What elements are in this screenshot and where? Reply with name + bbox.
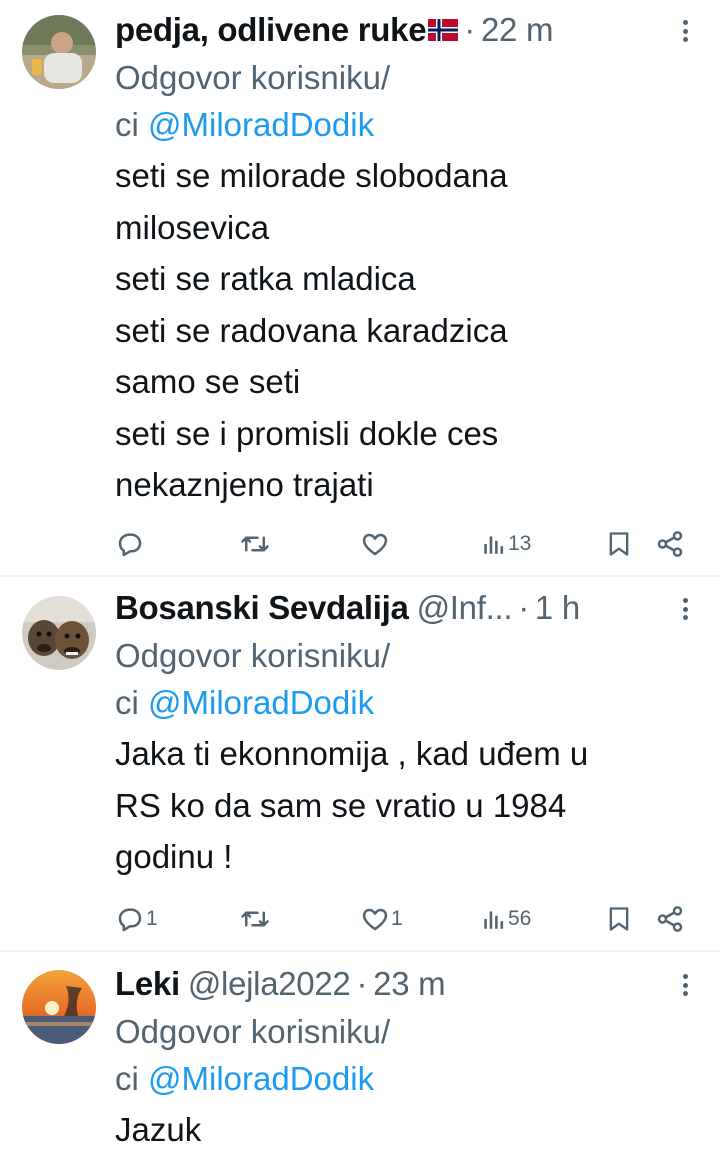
- tweet[interactable]: pedja, odlivene ruke · 22 m Odgovor kori…: [0, 0, 720, 575]
- reply-label: Odgovor korisniku/: [115, 1013, 391, 1050]
- reply-context: Odgovor korisniku/ ci @MiloradDodik: [115, 1008, 700, 1102]
- bookmark-icon: [609, 532, 629, 556]
- more-options-icon[interactable]: [670, 16, 700, 46]
- views-button[interactable]: 13: [481, 526, 531, 562]
- mention-link[interactable]: @MiloradDodik: [148, 684, 374, 721]
- tweet-header: Leki @lejla2022 · 23 m: [115, 960, 700, 1008]
- avatar[interactable]: [22, 15, 96, 89]
- heart-icon: [362, 533, 388, 556]
- text-line: seti se i promisli dokle ces: [115, 414, 499, 452]
- reply-label: Odgovor korisniku/: [115, 637, 391, 674]
- reply-button[interactable]: 1: [115, 901, 158, 937]
- share-icon: [657, 531, 683, 557]
- mention-link[interactable]: @MiloradDodik: [148, 106, 374, 143]
- retweet-icon: [241, 536, 269, 552]
- reply-count: 1: [146, 907, 158, 930]
- reply-label-cont: ci: [115, 684, 148, 721]
- username[interactable]: @Inf...: [417, 589, 513, 627]
- more-options-icon[interactable]: [670, 970, 700, 1000]
- like-button[interactable]: [360, 526, 391, 562]
- more-options-icon[interactable]: [670, 594, 700, 624]
- heart-icon: [362, 908, 388, 931]
- separator: ·: [518, 589, 529, 626]
- reply-label-cont: ci: [115, 1060, 148, 1097]
- tweet-text: seti se milorade slobodana milosevica se…: [115, 150, 700, 511]
- action-bar: 1 1 56: [115, 901, 695, 937]
- tweet[interactable]: Bosanski Sevdalija @Inf... · 1 h Odgovor…: [0, 577, 720, 950]
- action-bar: 13: [115, 526, 695, 562]
- text-line: seti se radovana karadzica: [115, 311, 508, 349]
- retweet-button[interactable]: [240, 901, 271, 937]
- like-count: 1: [391, 907, 403, 930]
- display-name[interactable]: pedja, odlivene ruke: [115, 11, 427, 49]
- analytics-icon: [484, 536, 504, 554]
- timestamp[interactable]: 1 h: [535, 589, 580, 627]
- text-line: nekaznjeno trajati: [115, 466, 374, 503]
- text-line: milosevica: [115, 208, 270, 246]
- text-line: seti se ratka mladica: [115, 260, 416, 297]
- reply-label-cont: ci: [115, 106, 148, 143]
- text-line: seti se milorade slobodana: [115, 157, 508, 194]
- norway-flag-icon: [428, 11, 459, 49]
- text-line: samo se seti: [115, 363, 301, 400]
- text-line: Jaka ti ekonnomija , kad uđem u: [115, 735, 589, 772]
- tweet-header: pedja, odlivene ruke · 22 m: [115, 6, 700, 54]
- timestamp[interactable]: 23 m: [373, 965, 445, 1003]
- tweet-text: Jazuk: [115, 1104, 700, 1156]
- reply-button[interactable]: [115, 526, 146, 562]
- mention-link[interactable]: @MiloradDodik: [148, 1060, 374, 1097]
- reply-label: Odgovor korisniku/: [115, 59, 391, 96]
- text-line: Jazuk: [115, 1111, 202, 1148]
- separator: ·: [464, 11, 475, 48]
- retweet-button[interactable]: [240, 526, 271, 562]
- share-button[interactable]: [655, 901, 685, 937]
- views-button[interactable]: 56: [481, 901, 531, 937]
- text-line: RS ko da sam se vratio u 1984: [115, 786, 567, 824]
- display-name[interactable]: Bosanski Sevdalija: [115, 589, 409, 627]
- reply-icon: [118, 533, 142, 557]
- reply-context: Odgovor korisniku/ ci @MiloradDodik: [115, 632, 700, 726]
- tweet-header: Bosanski Sevdalija @Inf... · 1 h: [115, 584, 700, 632]
- tweet-text: Jaka ti ekonnomija , kad uđem u RS ko da…: [115, 728, 700, 883]
- avatar[interactable]: [22, 596, 96, 670]
- retweet-icon: [241, 911, 269, 927]
- tweet[interactable]: Leki @lejla2022 · 23 m Odgovor korisniku…: [0, 952, 720, 1167]
- views-count: 13: [508, 532, 532, 555]
- bookmark-button[interactable]: [605, 526, 633, 562]
- bookmark-icon: [609, 907, 629, 931]
- timestamp[interactable]: 22 m: [481, 11, 553, 49]
- avatar[interactable]: [22, 970, 96, 1044]
- text-line: godinu !: [115, 838, 233, 875]
- share-button[interactable]: [655, 526, 685, 562]
- views-count: 56: [508, 907, 532, 930]
- like-button[interactable]: 1: [360, 901, 403, 937]
- separator: ·: [356, 965, 368, 1002]
- analytics-icon: [484, 911, 504, 929]
- reply-icon: [118, 908, 142, 932]
- display-name[interactable]: Leki: [115, 965, 180, 1003]
- username[interactable]: @lejla2022: [188, 965, 351, 1003]
- bookmark-button[interactable]: [605, 901, 633, 937]
- reply-context: Odgovor korisniku/ ci @MiloradDodik: [115, 54, 700, 148]
- share-icon: [657, 906, 683, 932]
